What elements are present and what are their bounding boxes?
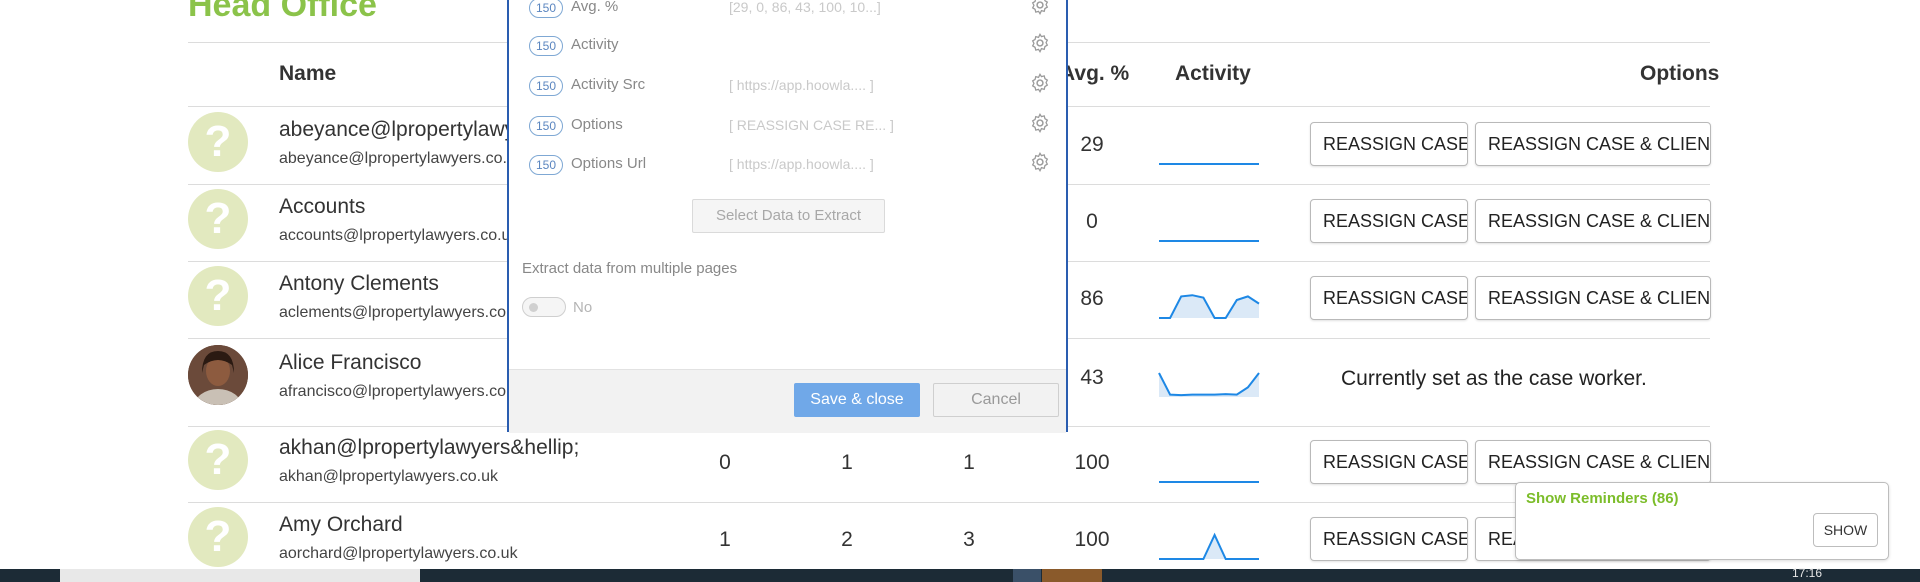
reassign-case-button[interactable]: REASSIGN CASE	[1310, 440, 1468, 484]
row-name[interactable]: Antony Clements	[279, 272, 439, 296]
extract-field-row: 150 Avg. % [29, 0, 86, 43, 100, 10...]	[529, 0, 1059, 24]
activity-sparkline	[1159, 294, 1260, 319]
person-photo-icon	[188, 345, 248, 405]
field-preview: [ https://app.hoowla.... ]	[729, 156, 874, 172]
field-label[interactable]: Options Url	[571, 155, 646, 172]
row-email: abeyance@lpropertylawyers.co.	[279, 150, 507, 167]
row-count-1: 1	[719, 528, 731, 551]
reminders-title[interactable]: Show Reminders (86)	[1526, 490, 1679, 507]
reassign-case-client-button[interactable]: REASSIGN CASE & CLIENT	[1475, 199, 1711, 243]
activity-sparkline	[1158, 372, 1260, 397]
field-count-badge: 150	[529, 36, 563, 56]
cancel-button[interactable]: Cancel	[933, 383, 1059, 417]
row-count-3: 3	[963, 528, 975, 551]
field-count-badge: 150	[529, 0, 563, 18]
taskbar-app-icon[interactable]	[1042, 569, 1102, 582]
reassign-case-button[interactable]: REASSIGN CASE	[1310, 199, 1468, 243]
show-reminders-button[interactable]: SHOW	[1813, 513, 1878, 547]
current-worker-note: Currently set as the case worker.	[1341, 367, 1647, 390]
extract-field-row: 150 Options [ REASSIGN CASE RE... ]	[529, 112, 1059, 142]
sparkline-area	[1159, 373, 1259, 397]
row-email: afrancisco@lpropertylawyers.co	[279, 383, 506, 400]
gear-icon[interactable]	[1029, 32, 1051, 54]
row-avg-percent: 86	[1080, 287, 1104, 310]
column-name-header[interactable]: Name	[279, 62, 336, 86]
extract-field-row: 150 Activity	[529, 32, 1059, 62]
column-options-header: Options	[1640, 62, 1720, 85]
gear-icon-svg	[1031, 32, 1049, 54]
row-email: aorchard@lpropertylawyers.co.uk	[279, 545, 518, 562]
gear-icon[interactable]	[1029, 151, 1051, 173]
field-label[interactable]: Avg. %	[571, 0, 618, 15]
taskbar-app-icon[interactable]	[1013, 569, 1041, 582]
select-data-button[interactable]: Select Data to Extract	[692, 199, 885, 233]
row-avg-percent: 43	[1080, 366, 1104, 389]
gear-icon-svg	[1031, 112, 1049, 134]
row-count-2: 1	[841, 451, 853, 474]
row-divider	[188, 502, 1710, 503]
activity-sparkline	[1159, 481, 1259, 483]
row-name[interactable]: Alice Francisco	[279, 351, 421, 375]
row-email: aclements@lpropertylawyers.co	[279, 304, 506, 321]
avatar-placeholder: ?	[188, 266, 248, 326]
page-heading: Head Office	[188, 0, 377, 24]
row-count-1: 0	[719, 451, 731, 474]
row-email: accounts@lpropertylawyers.co.u	[279, 227, 511, 244]
row-name[interactable]: abeyance@lpropertylawy	[279, 118, 515, 142]
activity-sparkline	[1159, 163, 1259, 165]
row-avg-percent: 29	[1080, 133, 1104, 156]
gear-icon-svg	[1031, 151, 1049, 173]
reassign-case-button[interactable]: REASSIGN CASE	[1310, 122, 1468, 166]
row-count-3: 1	[963, 451, 975, 474]
gear-icon[interactable]	[1029, 112, 1051, 134]
multiple-pages-toggle[interactable]	[522, 297, 566, 317]
avatar-photo	[188, 345, 248, 405]
taskbar-search-box[interactable]	[60, 569, 420, 582]
gear-icon-svg	[1031, 72, 1049, 94]
field-count-badge: 150	[529, 155, 563, 175]
extract-data-dialog: 150 Avg. % [29, 0, 86, 43, 100, 10...] 150 A…	[507, 0, 1068, 433]
row-avg-percent: 100	[1074, 528, 1110, 551]
field-preview: [29, 0, 86, 43, 100, 10...]	[729, 0, 881, 15]
field-count-badge: 150	[529, 76, 563, 96]
extract-field-row: 150 Options Url [ https://app.hoowla.... ]	[529, 151, 1059, 181]
field-label[interactable]: Options	[571, 116, 623, 133]
row-name[interactable]: Amy Orchard	[279, 513, 403, 537]
row-count-2: 2	[841, 528, 853, 551]
field-preview: [ https://app.hoowla.... ]	[729, 77, 874, 93]
reassign-case-client-button[interactable]: REASSIGN CASE & CLIENT	[1475, 440, 1711, 484]
row-name[interactable]: akhan@lpropertylawyers&hellip;	[279, 436, 579, 460]
save-close-button[interactable]: Save & close	[794, 383, 920, 417]
extract-field-row: 150 Activity Src [ https://app.hoowla.... …	[529, 72, 1059, 102]
taskbar-clock: 17:16	[1792, 566, 1823, 580]
gear-icon[interactable]	[1029, 0, 1051, 16]
field-preview: [ REASSIGN CASE RE... ]	[729, 117, 894, 133]
activity-sparkline	[1159, 532, 1259, 560]
field-count-badge: 150	[529, 116, 563, 136]
row-email: akhan@lpropertylawyers.co.uk	[279, 468, 499, 485]
reminders-panel: Show Reminders (86) SHOW	[1515, 482, 1889, 560]
taskbar: 17:16	[0, 566, 1920, 582]
reassign-case-client-button[interactable]: REASSIGN CASE & CLIENT	[1475, 122, 1711, 166]
activity-sparkline	[1159, 240, 1259, 242]
field-label[interactable]: Activity Src	[571, 76, 645, 93]
extract-multiple-pages-label: Extract data from multiple pages	[522, 260, 738, 277]
row-name[interactable]: Accounts	[279, 195, 365, 219]
column-avg-header[interactable]: Avg. %	[1060, 62, 1129, 86]
avatar-placeholder: ?	[188, 507, 248, 567]
avatar-placeholder: ?	[188, 189, 248, 249]
reassign-case-button[interactable]: REASSIGN CASE	[1310, 276, 1468, 320]
row-avg-percent: 0	[1086, 210, 1098, 233]
reassign-case-client-button[interactable]: REASSIGN CASE & CLIENT	[1475, 276, 1711, 320]
avatar-placeholder: ?	[188, 112, 248, 172]
toggle-state-label: No	[573, 299, 593, 316]
avatar-placeholder: ?	[188, 430, 248, 490]
toggle-knob	[529, 303, 538, 312]
column-activity-header[interactable]: Activity	[1175, 62, 1251, 86]
row-avg-percent: 100	[1074, 451, 1110, 474]
gear-icon-svg	[1031, 0, 1049, 16]
reassign-case-button[interactable]: REASSIGN CASE	[1310, 517, 1468, 561]
gear-icon[interactable]	[1029, 72, 1051, 94]
field-label[interactable]: Activity	[571, 36, 619, 53]
